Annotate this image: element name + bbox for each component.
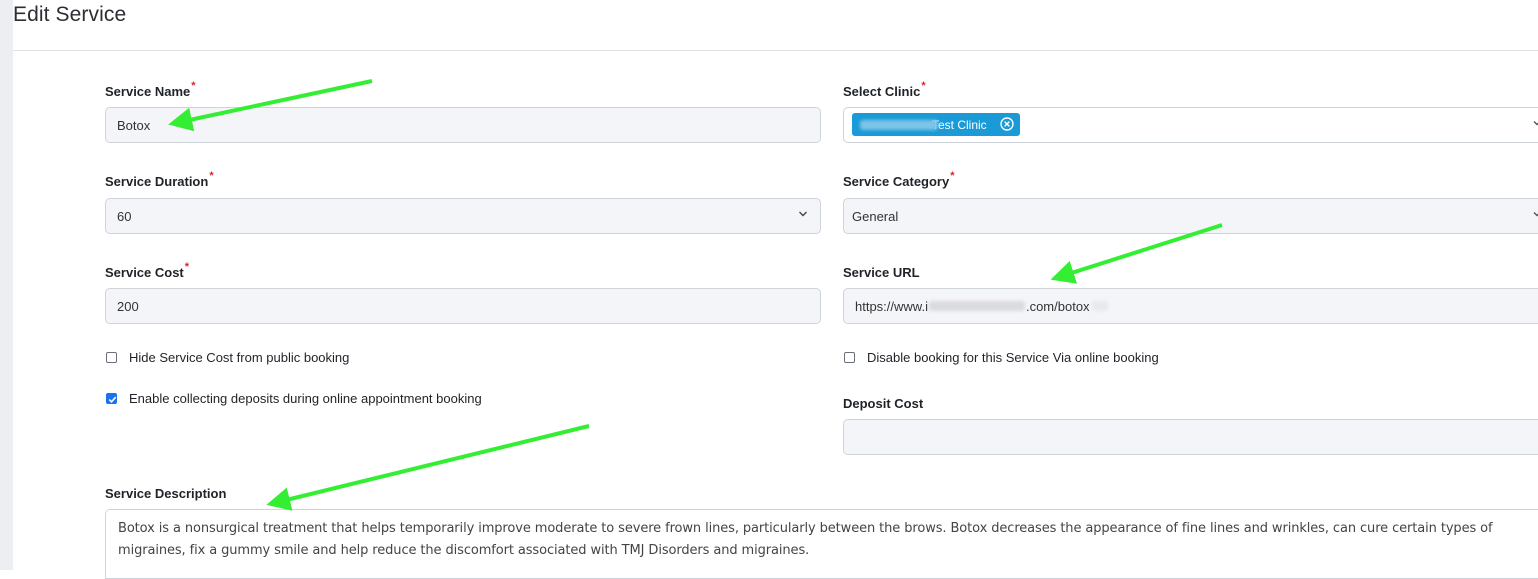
disable-booking-checkbox[interactable] [844, 352, 855, 363]
service-url-input[interactable]: https://www.i .com/botox [843, 288, 1538, 324]
page-title: Edit Service [13, 3, 127, 26]
service-url-label-text: Service URL [843, 265, 920, 280]
close-circle-icon[interactable] [1000, 117, 1014, 134]
enable-deposits-label: Enable collecting deposits during online… [129, 391, 482, 406]
select-clinic-label: Select Clinic* [843, 80, 926, 99]
hide-cost-checkbox[interactable] [106, 352, 117, 363]
service-url-value-prefix: https://www.i [855, 298, 928, 314]
service-category-label-text: Service Category [843, 174, 950, 189]
service-name-value: Botox [117, 117, 151, 133]
service-cost-label: Service Cost* [105, 261, 189, 280]
annotation-arrow [266, 424, 590, 511]
service-cost-input[interactable]: 200 [105, 288, 821, 324]
select-clinic-label-text: Select Clinic [843, 84, 921, 99]
disable-booking-label: Disable booking for this Service Via onl… [867, 350, 1159, 365]
redacted-text [928, 301, 1025, 311]
hide-cost-label: Hide Service Cost from public booking [129, 350, 350, 365]
service-description-label-text: Service Description [105, 486, 227, 501]
required-marker: * [209, 170, 214, 182]
page-header [13, 0, 1538, 51]
service-name-label-text: Service Name [105, 84, 191, 99]
left-gutter [0, 0, 13, 570]
deposit-cost-input[interactable] [843, 419, 1538, 455]
chevron-down-icon[interactable] [1532, 118, 1538, 128]
service-cost-label-text: Service Cost [105, 265, 184, 280]
service-category-select[interactable]: General [843, 198, 1538, 234]
chevron-down-icon [1532, 209, 1538, 219]
service-category-label: Service Category* [843, 170, 955, 189]
service-duration-label-text: Service Duration [105, 174, 209, 189]
checkmark-icon [108, 396, 117, 403]
service-cost-value: 200 [117, 298, 139, 314]
enable-deposits-checkbox[interactable] [106, 393, 117, 404]
service-category-value: General [852, 208, 899, 224]
service-name-label: Service Name* [105, 80, 196, 99]
redacted-text [1091, 301, 1108, 311]
required-marker: * [921, 80, 926, 92]
required-marker: * [184, 261, 190, 273]
service-duration-value: 60 [117, 208, 132, 224]
redacted-text [860, 119, 938, 130]
service-description-textarea[interactable]: Botox is a nonsurgical treatment that he… [105, 509, 1538, 579]
service-name-input[interactable]: Botox [105, 107, 821, 143]
service-description-label: Service Description [105, 486, 226, 501]
deposit-cost-label-text: Deposit Cost [843, 396, 924, 411]
service-duration-select[interactable]: 60 [105, 198, 821, 234]
annotation-arrows [168, 79, 1223, 511]
chevron-down-icon [798, 209, 808, 219]
deposit-cost-label: Deposit Cost [843, 396, 923, 411]
service-description-value: Botox is a nonsurgical treatment that he… [118, 521, 1493, 558]
required-marker: * [950, 170, 955, 182]
service-url-label: Service URL [843, 265, 920, 280]
required-marker: * [191, 80, 196, 92]
service-url-value-suffix: .com/botox [1025, 298, 1090, 314]
clinic-tag: Test Clinic [852, 113, 1020, 136]
clinic-tag-label: Test Clinic [932, 117, 987, 132]
service-duration-label: Service Duration* [105, 170, 214, 189]
select-clinic-multiselect[interactable]: Test Clinic [843, 107, 1538, 143]
